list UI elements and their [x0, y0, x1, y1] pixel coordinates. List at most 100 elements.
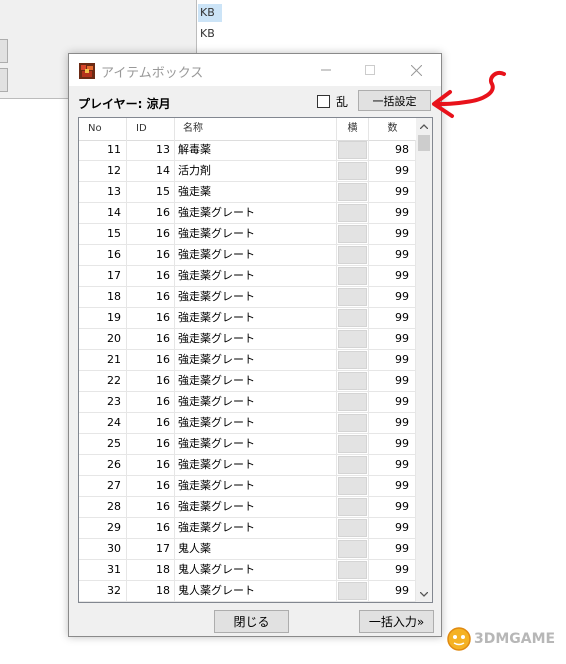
cell-qty[interactable]: 99: [369, 203, 416, 223]
table-row[interactable]: 15 16 強走薬グレート 99: [79, 224, 416, 245]
side-cell-box[interactable]: [338, 561, 367, 579]
column-header-qty[interactable]: 数: [369, 118, 416, 140]
cell-qty[interactable]: 99: [369, 371, 416, 391]
cell-side[interactable]: [337, 308, 369, 328]
side-cell-box[interactable]: [338, 330, 367, 348]
scroll-thumb[interactable]: [418, 135, 430, 151]
cell-side[interactable]: [337, 581, 369, 601]
side-cell-box[interactable]: [338, 393, 367, 411]
cell-qty[interactable]: 99: [369, 266, 416, 286]
random-checkbox-group[interactable]: 乱: [317, 93, 348, 110]
table-row[interactable]: 11 13 解毒薬 98: [79, 140, 416, 161]
table-row[interactable]: 32 18 鬼人薬グレート 99: [79, 581, 416, 602]
table-row[interactable]: 25 16 強走薬グレート 99: [79, 434, 416, 455]
cell-side[interactable]: [337, 329, 369, 349]
side-cell-box[interactable]: [338, 540, 367, 558]
table-row[interactable]: 19 16 強走薬グレート 99: [79, 308, 416, 329]
cell-side[interactable]: [337, 224, 369, 244]
scroll-down-button[interactable]: [416, 586, 432, 602]
side-cell-box[interactable]: [338, 372, 367, 390]
table-row[interactable]: 21 16 強走薬グレート 99: [79, 350, 416, 371]
table-row[interactable]: 16 16 強走薬グレート 99: [79, 245, 416, 266]
side-cell-box[interactable]: [338, 582, 367, 600]
cell-qty[interactable]: 99: [369, 308, 416, 328]
side-cell-box[interactable]: [338, 351, 367, 369]
bulk-set-button[interactable]: 一括設定: [358, 90, 431, 111]
cell-side[interactable]: [337, 476, 369, 496]
table-row[interactable]: 24 16 強走薬グレート 99: [79, 413, 416, 434]
side-cell-box[interactable]: [338, 141, 367, 159]
cell-qty[interactable]: 98: [369, 140, 416, 160]
cell-side[interactable]: [337, 455, 369, 475]
side-cell-box[interactable]: [338, 309, 367, 327]
table-row[interactable]: 26 16 強走薬グレート 99: [79, 455, 416, 476]
side-cell-box[interactable]: [338, 435, 367, 453]
cell-qty[interactable]: 99: [369, 161, 416, 181]
cell-qty[interactable]: 99: [369, 560, 416, 580]
table-row[interactable]: 12 14 活力剤 99: [79, 161, 416, 182]
cell-qty[interactable]: 99: [369, 518, 416, 538]
table-row[interactable]: 28 16 強走薬グレート 99: [79, 497, 416, 518]
table-row[interactable]: 13 15 強走薬 99: [79, 182, 416, 203]
column-header-side[interactable]: 横: [337, 118, 369, 140]
cell-qty[interactable]: 99: [369, 224, 416, 244]
cell-side[interactable]: [337, 140, 369, 160]
background-button[interactable]: [0, 68, 8, 92]
cell-qty[interactable]: 99: [369, 581, 416, 601]
table-row[interactable]: 27 16 強走薬グレート 99: [79, 476, 416, 497]
table-row[interactable]: 14 16 強走薬グレート 99: [79, 203, 416, 224]
table-row[interactable]: 31 18 鬼人薬グレート 99: [79, 560, 416, 581]
side-cell-box[interactable]: [338, 225, 367, 243]
cell-side[interactable]: [337, 560, 369, 580]
column-header-no[interactable]: No: [79, 118, 127, 140]
minimize-button[interactable]: [315, 60, 337, 80]
background-button[interactable]: [0, 39, 8, 63]
cell-qty[interactable]: 99: [369, 392, 416, 412]
cell-side[interactable]: [337, 287, 369, 307]
side-cell-box[interactable]: [338, 267, 367, 285]
cell-side[interactable]: [337, 203, 369, 223]
cell-side[interactable]: [337, 182, 369, 202]
table-row[interactable]: 29 16 強走薬グレート 99: [79, 518, 416, 539]
title-bar[interactable]: アイテムボックス: [69, 54, 441, 86]
cell-qty[interactable]: 99: [369, 476, 416, 496]
table-row[interactable]: 23 16 強走薬グレート 99: [79, 392, 416, 413]
cell-side[interactable]: [337, 434, 369, 454]
cell-qty[interactable]: 99: [369, 497, 416, 517]
bulk-input-button[interactable]: 一括入力»: [359, 610, 434, 633]
cell-qty[interactable]: 99: [369, 182, 416, 202]
cell-side[interactable]: [337, 392, 369, 412]
side-cell-box[interactable]: [338, 183, 367, 201]
table-row[interactable]: 17 16 強走薬グレート 99: [79, 266, 416, 287]
cell-side[interactable]: [337, 350, 369, 370]
side-cell-box[interactable]: [338, 414, 367, 432]
side-cell-box[interactable]: [338, 288, 367, 306]
cell-side[interactable]: [337, 245, 369, 265]
cell-qty[interactable]: 99: [369, 287, 416, 307]
close-button[interactable]: 閉じる: [214, 610, 289, 633]
side-cell-box[interactable]: [338, 162, 367, 180]
side-cell-box[interactable]: [338, 498, 367, 516]
side-cell-box[interactable]: [338, 477, 367, 495]
cell-qty[interactable]: 99: [369, 413, 416, 433]
table-row[interactable]: 20 16 強走薬グレート 99: [79, 329, 416, 350]
side-cell-box[interactable]: [338, 246, 367, 264]
table-row[interactable]: 22 16 強走薬グレート 99: [79, 371, 416, 392]
side-cell-box[interactable]: [338, 456, 367, 474]
cell-side[interactable]: [337, 266, 369, 286]
close-window-button[interactable]: [405, 60, 427, 80]
cell-side[interactable]: [337, 161, 369, 181]
cell-side[interactable]: [337, 497, 369, 517]
side-cell-box[interactable]: [338, 204, 367, 222]
cell-qty[interactable]: 99: [369, 539, 416, 559]
column-header-id[interactable]: ID: [127, 118, 175, 140]
cell-qty[interactable]: 99: [369, 455, 416, 475]
column-header-name[interactable]: 名称: [175, 118, 337, 140]
cell-qty[interactable]: 99: [369, 434, 416, 454]
cell-qty[interactable]: 99: [369, 350, 416, 370]
cell-qty[interactable]: 99: [369, 245, 416, 265]
random-checkbox[interactable]: [317, 95, 330, 108]
side-cell-box[interactable]: [338, 519, 367, 537]
maximize-button[interactable]: [359, 60, 381, 80]
table-row[interactable]: 30 17 鬼人薬 99: [79, 539, 416, 560]
